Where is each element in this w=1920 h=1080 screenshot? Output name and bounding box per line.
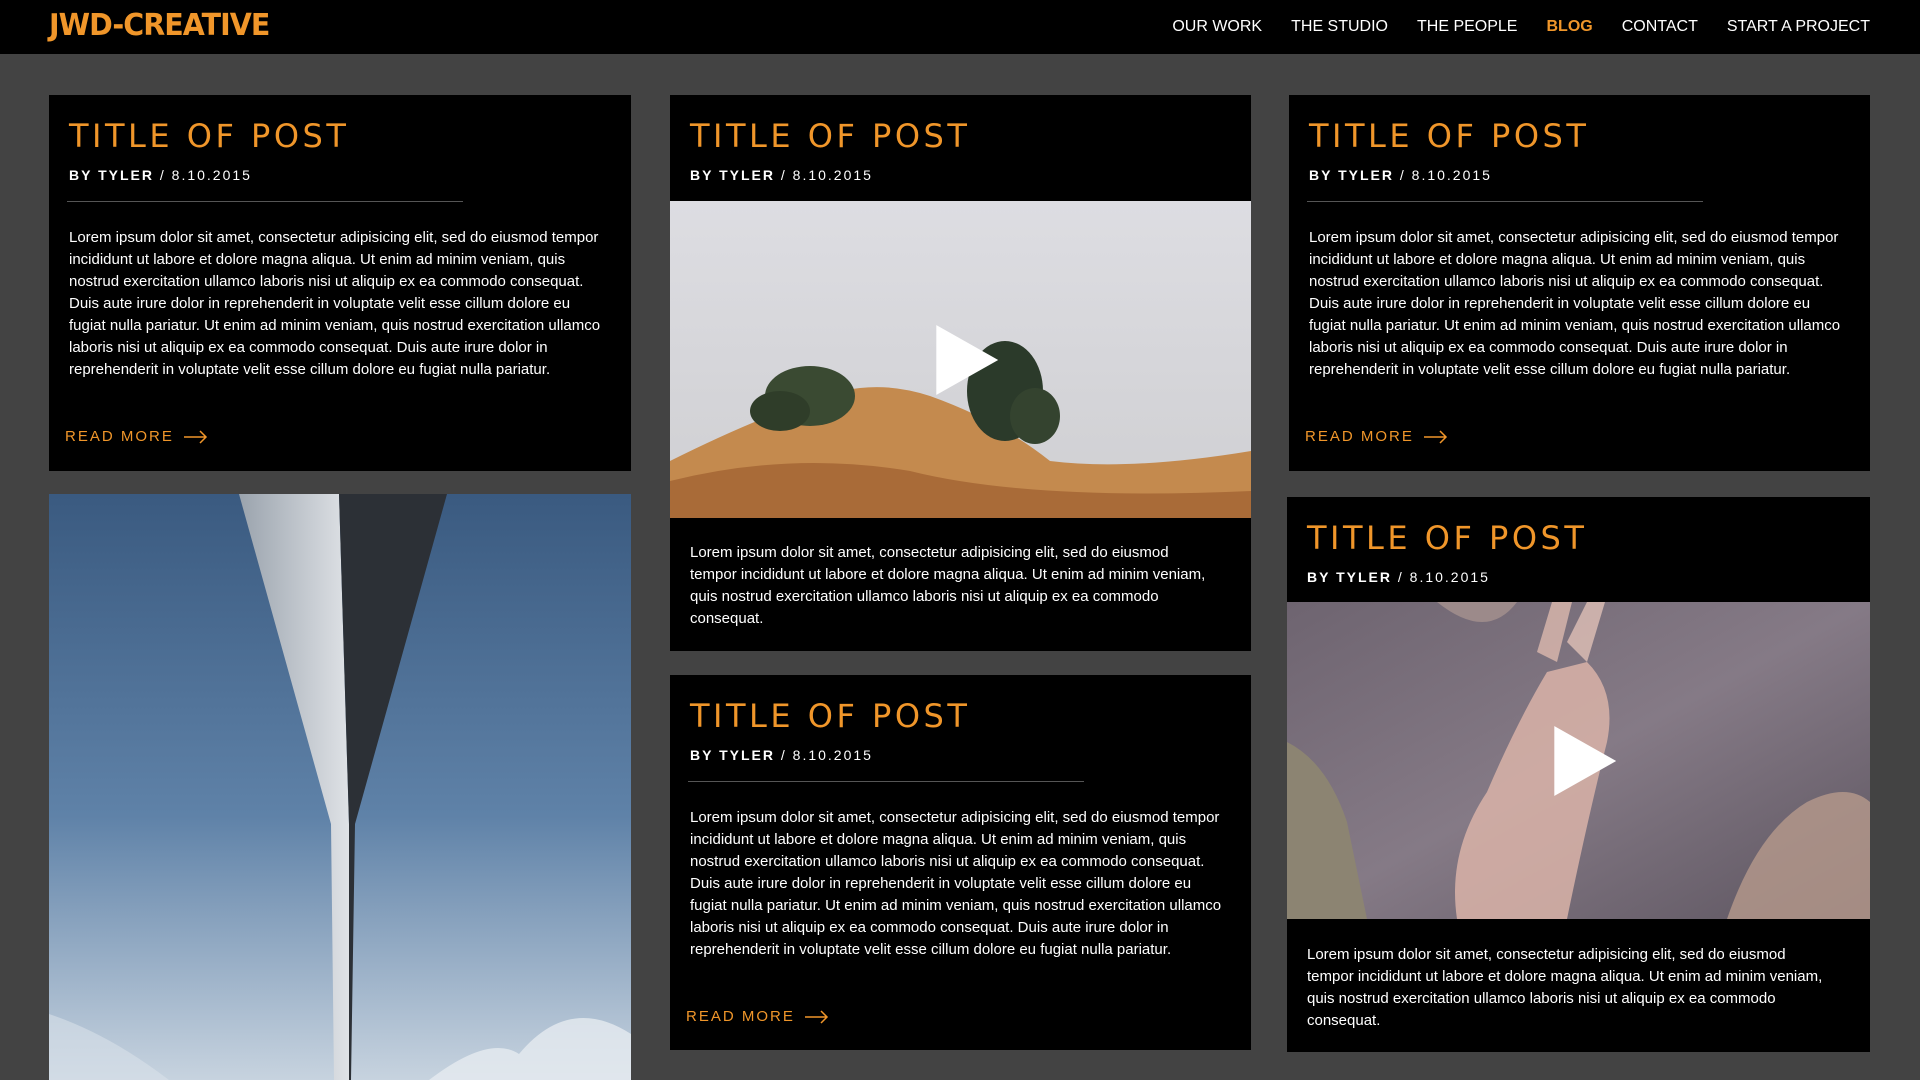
nav-contact[interactable]: CONTACT: [1622, 18, 1698, 36]
post-card-video: TITLE OF POST BY TYLER / 8.10.2015 Lorem…: [670, 95, 1251, 651]
top-navigation-bar: JWD-CREATIVE OUR WORK THE STUDIO THE PEO…: [0, 0, 1920, 54]
post-card: TITLE OF POST BY TYLER / 8.10.2015 Lorem…: [1289, 95, 1870, 471]
main-nav: OUR WORK THE STUDIO THE PEOPLE BLOG CONT…: [1172, 0, 1870, 54]
play-icon[interactable]: [935, 324, 998, 395]
post-card: TITLE OF POST BY TYLER / 8.10.2015 Lorem…: [670, 675, 1251, 1050]
post-card: TITLE OF POST BY TYLER / 8.10.2015 Lorem…: [49, 95, 631, 471]
read-more-link[interactable]: READ MORE: [65, 428, 208, 445]
post-author: BY TYLER: [1307, 569, 1392, 585]
post-author: BY TYLER: [1309, 167, 1394, 183]
post-excerpt: Lorem ipsum dolor sit amet, consectetur …: [1309, 229, 1841, 378]
divider: [67, 201, 463, 202]
post-title[interactable]: TITLE OF POST: [690, 697, 970, 735]
nav-the-people[interactable]: THE PEOPLE: [1417, 18, 1517, 36]
byline-separator: /: [774, 747, 793, 763]
post-date: 8.10.2015: [171, 167, 252, 183]
post-author: BY TYLER: [690, 167, 775, 183]
read-more-label: READ MORE: [686, 1008, 795, 1025]
play-icon[interactable]: [1553, 725, 1616, 796]
post-author: BY TYLER: [690, 747, 775, 763]
post-byline: BY TYLER / 8.10.2015: [690, 167, 873, 183]
read-more-link[interactable]: READ MORE: [1305, 428, 1448, 445]
post-byline: BY TYLER / 8.10.2015: [690, 747, 873, 763]
post-date: 8.10.2015: [792, 167, 873, 183]
post-card-video: TITLE OF POST BY TYLER / 8.10.2015 Lorem…: [1287, 497, 1870, 1052]
read-more-link[interactable]: READ MORE: [686, 1008, 829, 1025]
read-more-label: READ MORE: [1305, 428, 1414, 445]
arrow-right-icon: [183, 429, 207, 444]
byline-separator: /: [1391, 569, 1410, 585]
post-byline: BY TYLER / 8.10.2015: [1309, 167, 1492, 183]
post-title[interactable]: TITLE OF POST: [690, 117, 970, 155]
post-date: 8.10.2015: [1409, 569, 1490, 585]
byline-separator: /: [774, 167, 793, 183]
site-logo[interactable]: JWD-CREATIVE: [49, 8, 270, 43]
post-excerpt: Lorem ipsum dolor sit amet, consectetur …: [690, 809, 1222, 958]
byline-separator: /: [153, 167, 172, 183]
nav-our-work[interactable]: OUR WORK: [1172, 18, 1262, 36]
post-card-image: [49, 494, 631, 1080]
post-title[interactable]: TITLE OF POST: [69, 117, 349, 155]
post-author: BY TYLER: [69, 167, 154, 183]
post-excerpt: Lorem ipsum dolor sit amet, consectetur …: [690, 544, 1206, 627]
byline-separator: /: [1393, 167, 1412, 183]
video-thumbnail[interactable]: [1287, 602, 1870, 919]
video-thumbnail[interactable]: [670, 201, 1251, 518]
divider: [688, 781, 1084, 782]
nav-the-studio[interactable]: THE STUDIO: [1291, 18, 1388, 36]
arrow-right-icon: [804, 1009, 828, 1024]
post-byline: BY TYLER / 8.10.2015: [69, 167, 252, 183]
post-excerpt: Lorem ipsum dolor sit amet, consectetur …: [1307, 946, 1823, 1029]
post-excerpt: Lorem ipsum dolor sit amet, consectetur …: [69, 229, 601, 378]
arrow-right-icon: [1423, 429, 1447, 444]
post-image-arch[interactable]: [49, 494, 631, 1080]
post-date: 8.10.2015: [792, 747, 873, 763]
post-title[interactable]: TITLE OF POST: [1309, 117, 1589, 155]
nav-start-a-project[interactable]: START A PROJECT: [1727, 18, 1870, 36]
nav-blog[interactable]: BLOG: [1546, 18, 1592, 36]
divider: [1307, 201, 1703, 202]
post-title[interactable]: TITLE OF POST: [1307, 519, 1587, 557]
post-byline: BY TYLER / 8.10.2015: [1307, 569, 1490, 585]
read-more-label: READ MORE: [65, 428, 174, 445]
post-date: 8.10.2015: [1411, 167, 1492, 183]
